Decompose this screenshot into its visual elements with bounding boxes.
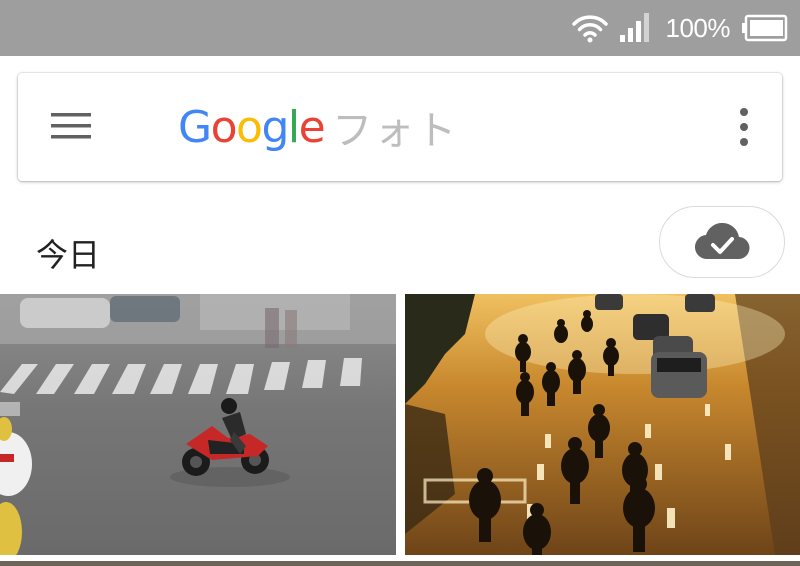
logo-letter: g — [261, 101, 289, 153]
app-logo: Google フォト — [178, 95, 458, 159]
wifi-icon — [571, 15, 608, 43]
logo-letter: o — [236, 101, 263, 153]
google-logo: Google — [178, 101, 326, 153]
status-bar: 100% — [0, 0, 800, 56]
search-bar[interactable]: Google フォト — [18, 73, 782, 181]
backup-status-button[interactable] — [659, 206, 785, 278]
photo-motorcycle-crosswalk — [0, 294, 396, 555]
more-vertical-icon[interactable] — [732, 107, 756, 147]
logo-letter: G — [178, 101, 212, 153]
photo-thumbnail-2[interactable] — [405, 294, 800, 555]
cloud-check-icon — [695, 223, 750, 260]
hamburger-menu-icon[interactable] — [51, 111, 91, 141]
section-title-today: 今日 — [36, 236, 101, 274]
photo-scooters-sunset — [405, 294, 800, 555]
photo-thumbnail-1[interactable] — [0, 294, 396, 555]
battery-icon — [742, 14, 788, 42]
logo-letter: e — [298, 101, 326, 153]
status-icons: 100% — [571, 0, 789, 56]
product-name: フォト — [332, 108, 459, 154]
logo-letter: o — [210, 101, 238, 153]
logo-letter: l — [287, 101, 300, 153]
cell-signal-icon — [619, 13, 649, 42]
next-row-preview — [0, 561, 800, 566]
battery-percent: 100% — [665, 12, 731, 43]
